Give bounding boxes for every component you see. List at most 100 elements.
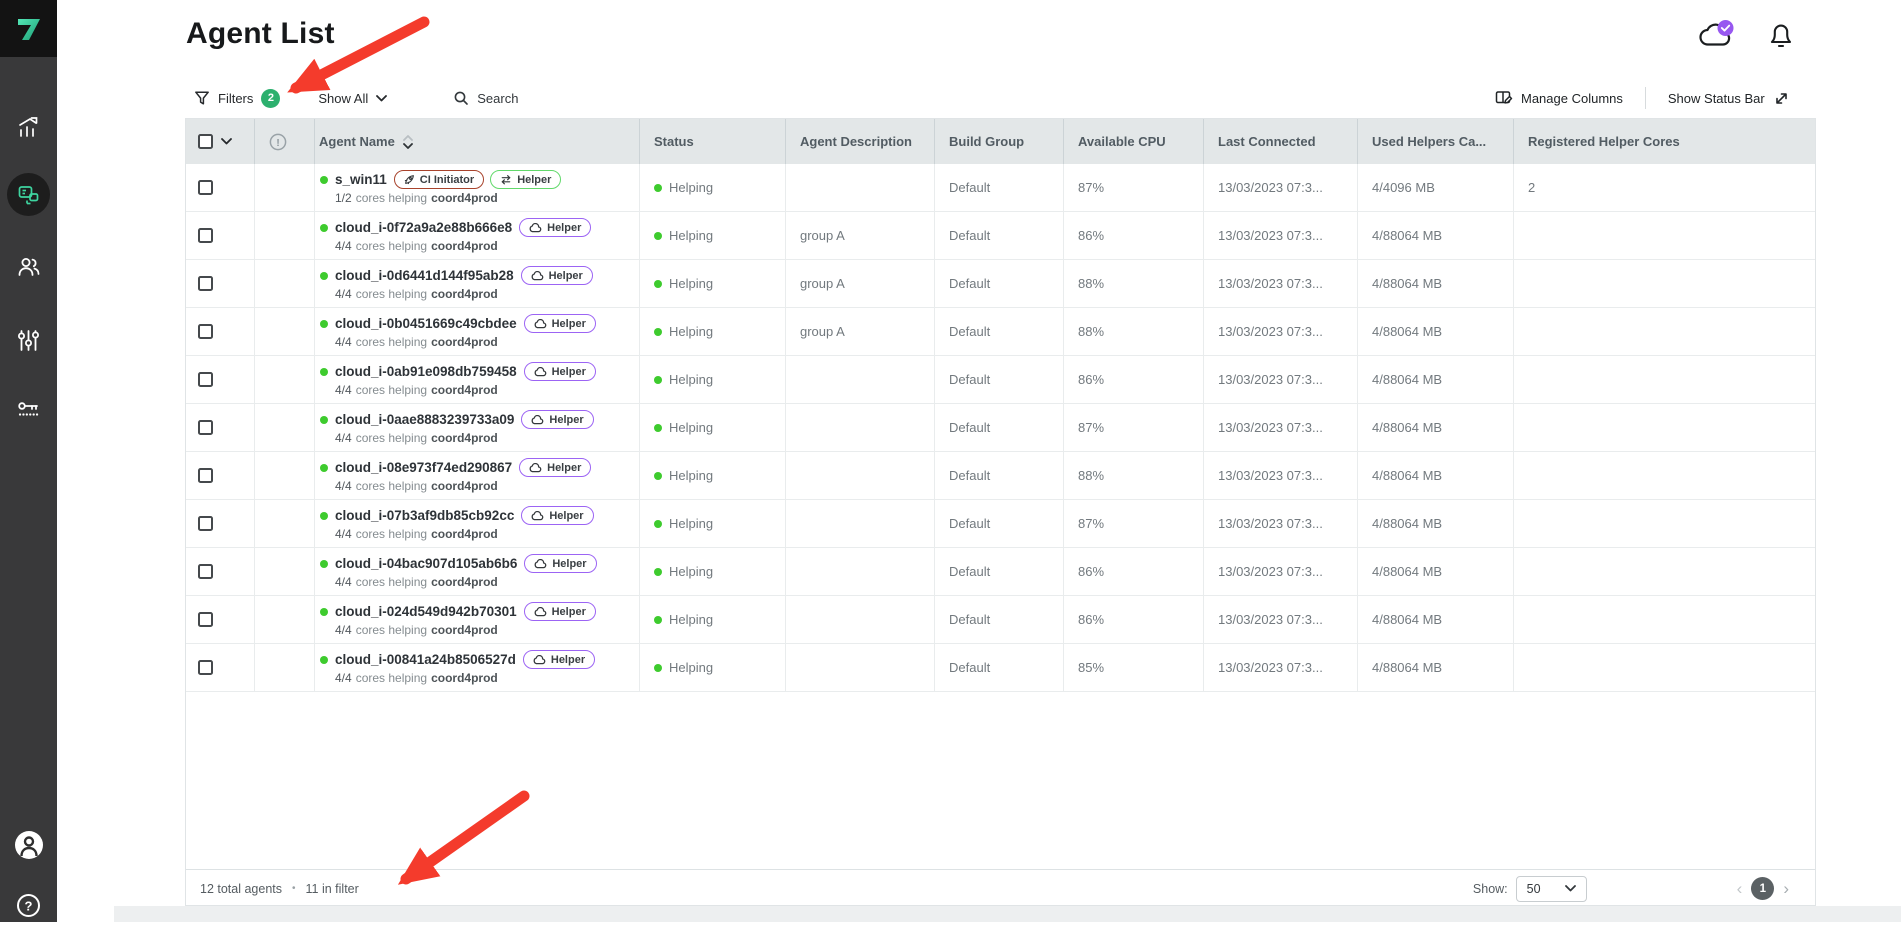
cloud-icon — [531, 511, 544, 521]
page-size-select[interactable]: 50 — [1516, 876, 1587, 902]
row-checkbox[interactable] — [198, 660, 213, 675]
row-checkbox[interactable] — [198, 420, 213, 435]
agent-name-cell[interactable]: cloud_i-0f72a9a2e88b666e8 Helper 4/4 cor… — [315, 212, 640, 260]
agent-name-cell[interactable]: cloud_i-07b3af9db85cb92cc Helper 4/4 cor… — [315, 500, 640, 548]
registered-cores-cell — [1514, 500, 1815, 548]
agent-online-dot — [320, 224, 328, 232]
status-cell: Helping — [640, 548, 786, 596]
row-checkbox[interactable] — [198, 276, 213, 291]
helper-badge: Helper — [490, 170, 561, 189]
row-checkbox[interactable] — [198, 612, 213, 627]
table-row[interactable]: cloud_i-0b0451669c49cbdee Helper 4/4 cor… — [186, 308, 1815, 356]
column-header-status[interactable]: Status — [640, 119, 786, 164]
agent-name-cell[interactable]: cloud_i-0ab91e098db759458 Helper 4/4 cor… — [315, 356, 640, 404]
cloud-status-button[interactable] — [1697, 20, 1737, 50]
row-checkbox[interactable] — [198, 228, 213, 243]
row-checkbox[interactable] — [198, 180, 213, 195]
agent-name-cell[interactable]: cloud_i-0d6441d144f95ab28 Helper 4/4 cor… — [315, 260, 640, 308]
agent-online-dot — [320, 368, 328, 376]
sidebar-help[interactable]: ? — [0, 883, 57, 927]
table-row[interactable]: cloud_i-024d549d942b70301 Helper 4/4 cor… — [186, 596, 1815, 644]
agent-name-cell[interactable]: cloud_i-04bac907d105ab6b6 Helper 4/4 cor… — [315, 548, 640, 596]
sidebar-item-settings[interactable] — [0, 318, 57, 362]
badge-container: CI Initiator Helper — [394, 170, 562, 189]
table-row[interactable]: s_win11 CI Initiator Helper 1/2 cores he… — [186, 164, 1815, 212]
last-connected-cell: 13/03/2023 07:3... — [1204, 500, 1358, 548]
status-dot — [654, 472, 662, 480]
table-row[interactable]: cloud_i-0aae8883239733a09 Helper 4/4 cor… — [186, 404, 1815, 452]
notifications-button[interactable] — [1767, 20, 1795, 50]
agent-table: ! Agent Name Status Agent Description Bu… — [185, 118, 1816, 906]
last-connected-cell: 13/03/2023 07:3... — [1204, 596, 1358, 644]
row-checkbox[interactable] — [198, 516, 213, 531]
helper-badge: Helper — [524, 602, 596, 621]
agent-name-cell[interactable]: cloud_i-00841a24b8506527d Helper 4/4 cor… — [315, 644, 640, 692]
table-row[interactable]: cloud_i-04bac907d105ab6b6 Helper 4/4 cor… — [186, 548, 1815, 596]
cloud-icon — [529, 223, 542, 233]
column-header-last-connected[interactable]: Last Connected — [1204, 119, 1358, 164]
table-row[interactable]: cloud_i-0f72a9a2e88b666e8 Helper 4/4 cor… — [186, 212, 1815, 260]
row-checkbox[interactable] — [198, 564, 213, 579]
row-checkbox[interactable] — [198, 468, 213, 483]
cloud-icon — [534, 367, 547, 377]
next-page-button[interactable]: › — [1783, 880, 1789, 897]
helper-badge: Helper — [521, 266, 593, 285]
description-cell — [786, 644, 935, 692]
status-dot — [654, 616, 662, 624]
table-row[interactable]: cloud_i-07b3af9db85cb92cc Helper 4/4 cor… — [186, 500, 1815, 548]
column-header-registered-cores[interactable]: Registered Helper Cores — [1514, 119, 1815, 164]
row-checkbox[interactable] — [198, 324, 213, 339]
build-group-cell: Default — [935, 596, 1064, 644]
agent-name-cell[interactable]: cloud_i-08e973f74ed290867 Helper 4/4 cor… — [315, 452, 640, 500]
show-all-dropdown[interactable]: Show All — [318, 91, 387, 106]
table-row[interactable]: cloud_i-08e973f74ed290867 Helper 4/4 cor… — [186, 452, 1815, 500]
sidebar-user-avatar[interactable] — [0, 823, 57, 867]
table-row[interactable]: cloud_i-00841a24b8506527d Helper 4/4 cor… — [186, 644, 1815, 692]
select-all-checkbox[interactable] — [198, 134, 213, 149]
used-helpers-cell: 4/88064 MB — [1358, 548, 1514, 596]
row-alert-cell — [255, 164, 315, 212]
used-helpers-cell: 4/88064 MB — [1358, 260, 1514, 308]
helper-badge: Helper — [524, 314, 596, 333]
column-header-agent-name[interactable]: Agent Name — [315, 119, 640, 164]
status-dot — [654, 280, 662, 288]
row-checkbox[interactable] — [198, 372, 213, 387]
agent-name-cell[interactable]: s_win11 CI Initiator Helper 1/2 cores he… — [315, 164, 640, 212]
column-header-description[interactable]: Agent Description — [786, 119, 935, 164]
ci-initiator-badge: CI Initiator — [394, 170, 484, 189]
column-header-available-cpu[interactable]: Available CPU — [1064, 119, 1204, 164]
select-menu-chevron-icon[interactable] — [221, 138, 232, 145]
agent-name-cell[interactable]: cloud_i-0b0451669c49cbdee Helper 4/4 cor… — [315, 308, 640, 356]
status-cell: Helping — [640, 404, 786, 452]
column-header-used-helpers[interactable]: Used Helpers Ca... — [1358, 119, 1514, 164]
filters-button[interactable]: Filters 2 — [194, 89, 280, 108]
toolbar-divider — [1645, 87, 1646, 109]
column-header-build-group[interactable]: Build Group — [935, 119, 1064, 164]
registered-cores-cell — [1514, 308, 1815, 356]
table-row[interactable]: cloud_i-0d6441d144f95ab28 Helper 4/4 cor… — [186, 260, 1815, 308]
agent-name-cell[interactable]: cloud_i-024d549d942b70301 Helper 4/4 cor… — [315, 596, 640, 644]
sidebar-item-licenses[interactable] — [0, 388, 57, 432]
filter-funnel-icon — [194, 90, 210, 106]
sidebar-item-analytics[interactable] — [0, 105, 57, 149]
agent-online-dot — [320, 512, 328, 520]
status-cell: Helping — [640, 596, 786, 644]
sort-icon — [403, 135, 413, 149]
agent-online-dot — [320, 560, 328, 568]
current-page-indicator[interactable]: 1 — [1751, 877, 1774, 900]
table-row[interactable]: cloud_i-0ab91e098db759458 Helper 4/4 cor… — [186, 356, 1815, 404]
analytics-icon — [16, 115, 41, 140]
available-cpu-cell: 86% — [1064, 356, 1204, 404]
helper-badge: Helper — [524, 554, 596, 573]
agent-name-cell[interactable]: cloud_i-0aae8883239733a09 Helper 4/4 cor… — [315, 404, 640, 452]
app-logo[interactable] — [0, 0, 57, 57]
show-status-bar-button[interactable]: Show Status Bar — [1668, 90, 1790, 107]
build-group-cell: Default — [935, 500, 1064, 548]
svg-text:!: ! — [276, 138, 279, 149]
sidebar-item-agents[interactable] — [0, 173, 57, 217]
search-input[interactable]: Search — [453, 90, 518, 106]
sidebar-item-users[interactable] — [0, 245, 57, 289]
prev-page-button[interactable]: ‹ — [1737, 880, 1743, 897]
available-cpu-cell: 86% — [1064, 548, 1204, 596]
manage-columns-button[interactable]: Manage Columns — [1495, 89, 1623, 107]
